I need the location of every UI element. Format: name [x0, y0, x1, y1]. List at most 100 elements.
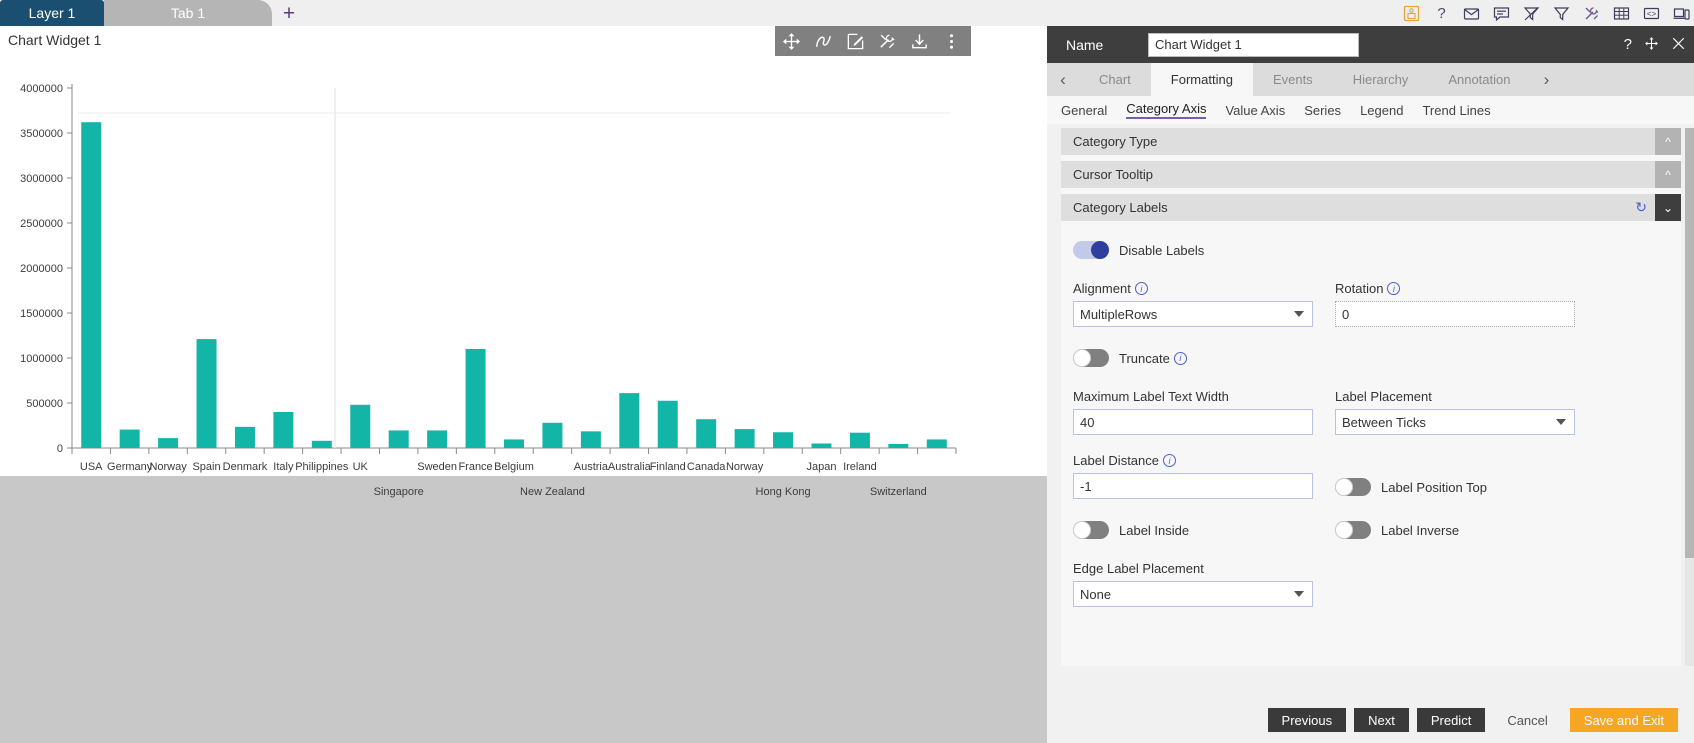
toggle-knob	[1335, 478, 1353, 496]
subtab-general-label: General	[1061, 102, 1108, 118]
rotation-label: Rotation	[1335, 281, 1384, 296]
move-icon[interactable]	[1644, 36, 1659, 54]
tab-hierarchy-label: Hierarchy	[1352, 72, 1409, 87]
clear-filter-icon[interactable]	[1523, 5, 1540, 22]
save-icon[interactable]	[1403, 5, 1420, 22]
svg-text:Hong Kong: Hong Kong	[756, 486, 811, 498]
accordion-cursor-tooltip-title: Cursor Tooltip	[1073, 167, 1153, 182]
label-distance-field: Label Distance i -1	[1073, 453, 1313, 499]
freehand-icon[interactable]	[807, 26, 839, 56]
label-distance-input[interactable]: -1	[1073, 473, 1313, 499]
subtab-general[interactable]: General	[1061, 103, 1107, 118]
panel-scrollbar[interactable]	[1685, 128, 1694, 666]
label-inside-toggle[interactable]	[1073, 521, 1109, 539]
save-and-exit-button[interactable]: Save and Exit	[1569, 708, 1678, 732]
chevron-up-icon[interactable]: ^	[1655, 161, 1681, 188]
tabs-prev-arrow[interactable]: ‹	[1047, 63, 1079, 96]
subtab-legend-label: Legend	[1360, 102, 1404, 118]
device-icon[interactable]	[1673, 5, 1690, 22]
svg-text:France: France	[458, 461, 492, 473]
help-icon[interactable]: ?	[1433, 5, 1450, 22]
accordion-category-type[interactable]: Category Type ^	[1061, 128, 1681, 155]
close-icon[interactable]	[1671, 36, 1686, 54]
tab-events[interactable]: Events	[1253, 63, 1333, 96]
settings-icon[interactable]	[871, 26, 903, 56]
previous-button[interactable]: Previous	[1267, 708, 1347, 732]
svg-text:Belgium: Belgium	[494, 461, 534, 473]
label-inverse-toggle[interactable]	[1335, 521, 1371, 539]
grid-icon[interactable]	[1613, 5, 1630, 22]
truncate-row: Truncate i	[1073, 349, 1669, 367]
label-position-top-toggle[interactable]	[1335, 478, 1371, 496]
svg-text:Australia: Australia	[608, 461, 652, 473]
plus-icon: +	[282, 1, 296, 25]
accordion-cursor-tooltip[interactable]: Cursor Tooltip ^	[1061, 161, 1681, 188]
chevron-up-icon[interactable]: ^	[1655, 128, 1681, 155]
edit-icon[interactable]	[839, 26, 871, 56]
tab-layer-1[interactable]: Layer 1	[0, 0, 104, 26]
tab-annotation[interactable]: Annotation	[1428, 63, 1530, 96]
next-button-label: Next	[1368, 712, 1395, 728]
toggle-knob	[1073, 349, 1091, 367]
accordion-category-labels[interactable]: Category Labels ↻ ⌄	[1061, 194, 1681, 221]
filter-icon[interactable]	[1553, 5, 1570, 22]
predict-button[interactable]: Predict	[1416, 708, 1486, 732]
chart-widget-title: Chart Widget 1	[8, 32, 102, 48]
cancel-button[interactable]: Cancel	[1493, 708, 1561, 732]
svg-text:3500000: 3500000	[20, 128, 63, 140]
toggle-knob	[1335, 521, 1353, 539]
tab-hierarchy[interactable]: Hierarchy	[1333, 63, 1429, 96]
comment-icon[interactable]	[1493, 5, 1510, 22]
panel-header-icons: ?	[1624, 36, 1686, 54]
info-icon[interactable]: i	[1387, 282, 1401, 295]
next-button[interactable]: Next	[1354, 708, 1409, 732]
help-icon[interactable]: ?	[1624, 37, 1632, 52]
label-inside-row: Label Inside	[1073, 521, 1313, 539]
info-icon[interactable]: i	[1134, 282, 1148, 295]
widget-name-input[interactable]: Chart Widget 1	[1148, 32, 1359, 57]
tab-tab-1[interactable]: Tab 1	[104, 0, 272, 26]
label-inverse-label: Label Inverse	[1381, 522, 1460, 538]
mail-icon[interactable]	[1463, 5, 1480, 22]
category-labels-body: Disable Labels Alignment i MultipleRows …	[1061, 227, 1681, 607]
label-position-top-label: Label Position Top	[1381, 479, 1488, 495]
disable-labels-toggle[interactable]	[1073, 241, 1109, 259]
label-placement-select[interactable]: Between Ticks	[1335, 409, 1575, 435]
truncate-toggle[interactable]	[1073, 349, 1109, 367]
info-icon[interactable]: i	[1173, 351, 1187, 365]
subtab-trend-lines[interactable]: Trend Lines	[1422, 103, 1490, 118]
chevron-down-icon[interactable]: ⌄	[1655, 194, 1681, 221]
chart-widget-toolbar	[775, 26, 971, 56]
subtab-category-axis[interactable]: Category Axis	[1126, 101, 1207, 119]
add-tab-button[interactable]: +	[278, 2, 300, 24]
tools-icon[interactable]	[1583, 5, 1600, 22]
svg-text:Norway: Norway	[726, 461, 764, 473]
edge-label-placement-select[interactable]: None	[1073, 581, 1313, 607]
cancel-button-label: Cancel	[1507, 712, 1548, 728]
label-position-top-row: Label Position Top	[1335, 478, 1487, 499]
panel-scrollbar-thumb[interactable]	[1685, 128, 1694, 558]
subtab-series[interactable]: Series	[1304, 103, 1341, 118]
label-inside-field: Label Inside	[1073, 521, 1313, 539]
name-label: Name	[1066, 36, 1104, 53]
move-icon[interactable]	[775, 26, 807, 56]
tab-chart[interactable]: Chart	[1079, 63, 1151, 96]
download-icon[interactable]	[903, 26, 935, 56]
alignment-select[interactable]: MultipleRows	[1073, 301, 1313, 327]
alignment-label-wrap: Alignment i	[1073, 281, 1313, 296]
tab-formatting[interactable]: Formatting	[1150, 63, 1253, 96]
tabs-next-arrow[interactable]: ›	[1530, 63, 1562, 96]
disable-labels-label: Disable Labels	[1119, 242, 1205, 258]
subtab-legend[interactable]: Legend	[1360, 103, 1403, 118]
toggle-knob	[1091, 241, 1109, 259]
max-label-text-width-field: Maximum Label Text Width 40	[1073, 389, 1313, 435]
svg-text:New Zealand: New Zealand	[520, 486, 585, 498]
refresh-icon[interactable]: ↻	[1635, 200, 1647, 214]
more-icon[interactable]	[935, 26, 967, 56]
info-icon[interactable]: i	[1163, 454, 1176, 467]
bar-chart[interactable]: 0 500000 1000000 1500000 2000000 2500000 30000…	[0, 56, 971, 501]
max-label-text-width-input[interactable]: 40	[1073, 409, 1313, 435]
subtab-value-axis[interactable]: Value Axis	[1225, 103, 1285, 118]
rotation-input[interactable]: 0	[1335, 301, 1575, 327]
code-icon[interactable]: <>	[1643, 5, 1660, 22]
